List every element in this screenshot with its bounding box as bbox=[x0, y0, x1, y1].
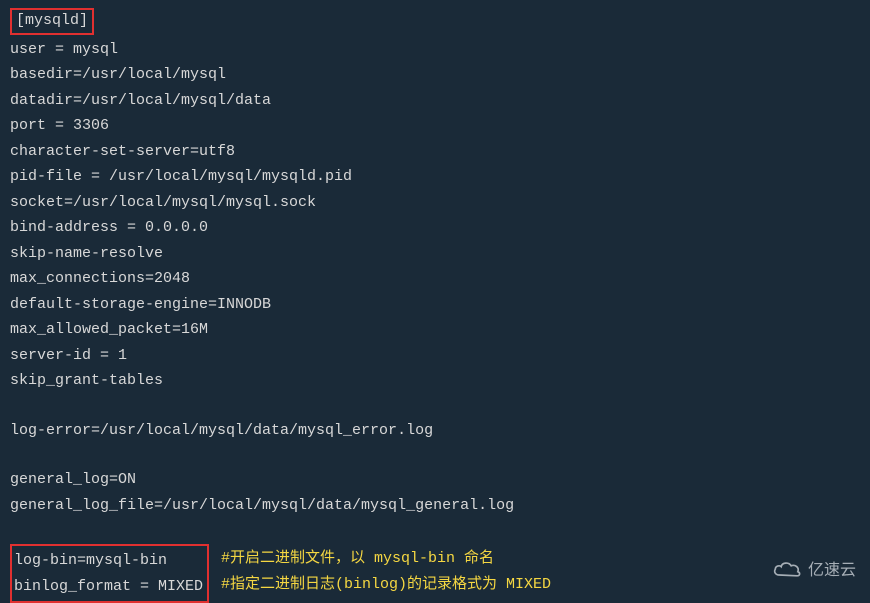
cloud-icon bbox=[772, 559, 802, 581]
config-line: pid-file = /usr/local/mysql/mysqld.pid bbox=[10, 164, 860, 190]
config-line: skip-name-resolve bbox=[10, 241, 860, 267]
config-line-binlog-format: binlog_format = MIXED bbox=[14, 574, 203, 600]
config-line-log-error: log-error=/usr/local/mysql/data/mysql_er… bbox=[10, 418, 860, 444]
config-line: basedir=/usr/local/mysql bbox=[10, 62, 860, 88]
config-line: max_allowed_packet=16M bbox=[10, 317, 860, 343]
blank-line bbox=[10, 394, 860, 418]
watermark-text: 亿速云 bbox=[808, 557, 856, 584]
config-line-general-log-file: general_log_file=/usr/local/mysql/data/m… bbox=[10, 493, 860, 519]
config-line: character-set-server=utf8 bbox=[10, 139, 860, 165]
config-line: default-storage-engine=INNODB bbox=[10, 292, 860, 318]
comment-line: #开启二进制文件，以 mysql-bin 命名 bbox=[221, 546, 551, 572]
section-header-box: [mysqld] bbox=[10, 8, 860, 35]
binlog-section: log-bin=mysql-bin binlog_format = MIXED … bbox=[10, 544, 860, 603]
config-line-log-bin: log-bin=mysql-bin bbox=[14, 548, 203, 574]
config-line: skip_grant-tables bbox=[10, 368, 860, 394]
watermark: 亿速云 bbox=[772, 557, 856, 584]
config-line: port = 3306 bbox=[10, 113, 860, 139]
blank-line bbox=[10, 443, 860, 467]
config-line: user = mysql bbox=[10, 37, 860, 63]
config-line: datadir=/usr/local/mysql/data bbox=[10, 88, 860, 114]
comment-block: #开启二进制文件，以 mysql-bin 命名 #指定二进制日志(binlog)… bbox=[221, 544, 551, 597]
section-header: [mysqld] bbox=[10, 8, 94, 35]
blank-line bbox=[10, 518, 860, 542]
config-line: server-id = 1 bbox=[10, 343, 860, 369]
comment-line: #指定二进制日志(binlog)的记录格式为 MIXED bbox=[221, 572, 551, 598]
config-line-general-log: general_log=ON bbox=[10, 467, 860, 493]
binlog-box: log-bin=mysql-bin binlog_format = MIXED bbox=[10, 544, 209, 603]
config-line: max_connections=2048 bbox=[10, 266, 860, 292]
config-line: bind-address = 0.0.0.0 bbox=[10, 215, 860, 241]
config-line: socket=/usr/local/mysql/mysql.sock bbox=[10, 190, 860, 216]
